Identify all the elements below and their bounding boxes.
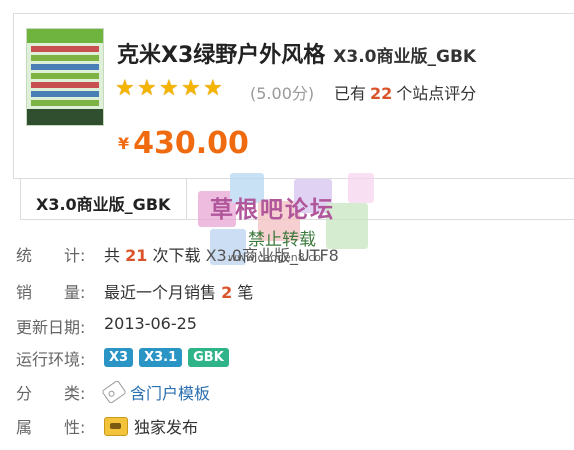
star-icon: ★ [159, 76, 179, 101]
sales-label: 销 量: [16, 283, 86, 302]
env-tag-gbk[interactable]: GBK [188, 348, 229, 367]
watermark-title: 草根吧论坛 [210, 197, 335, 223]
env-label: 运行环境: [16, 350, 86, 369]
category-label: 分 类: [16, 384, 86, 403]
rating-suffix: 个站点评分 [396, 84, 477, 103]
tab-edition-label: X3.0商业版_GBK [36, 195, 171, 214]
rating-score: (5.00分) [250, 84, 315, 103]
sales-suffix: 笔 [237, 283, 254, 302]
tab-edition[interactable]: X3.0商业版_GBK [20, 179, 187, 220]
download-count: 21 [125, 246, 148, 265]
updated-label: 更新日期: [16, 318, 86, 337]
rating-count-text: 已有 22 个站点评分 [334, 80, 476, 104]
star-icon: ★ [203, 76, 223, 101]
star-icon: ★ [115, 76, 135, 101]
product-thumbnail[interactable] [26, 28, 104, 126]
sales-count: 2 [221, 283, 233, 302]
rating-stars: ★ ★ ★ ★ ★ [115, 76, 224, 101]
product-title[interactable]: 克米X3绿野户外风格 X3.0商业版_GBK [117, 37, 476, 69]
attribute-value: 独家发布 [134, 418, 199, 437]
star-icon: ★ [137, 76, 157, 101]
info-row-stats: 统 计: 共 21 次下载 X3.0商业版_UTF8 [16, 242, 339, 266]
info-row-sales: 销 量: 最近一个月销售 2 笔 [16, 279, 253, 303]
info-row-env: 运行环境: X3 X3.1 GBK [16, 346, 229, 370]
stats-suffix: 次下载 [152, 246, 201, 265]
tag-icon [101, 379, 127, 405]
category-link[interactable]: 含门户模板 [130, 384, 210, 403]
product-card: 克米X3绿野户外风格 X3.0商业版_GBK ★ ★ ★ ★ ★ (5.00分) … [13, 13, 574, 179]
info-row-attribute: 属 性: 独家发布 [16, 414, 198, 438]
stats-extra: X3.0商业版_UTF8 [205, 246, 339, 265]
info-row-category: 分 类: 含门户模板 [16, 379, 210, 405]
star-icon: ★ [181, 76, 201, 101]
env-tag-x3[interactable]: X3 [104, 348, 134, 367]
exclusive-icon [104, 417, 128, 436]
sales-prefix: 最近一个月销售 [104, 283, 217, 302]
currency-symbol: ¥ [118, 134, 130, 153]
rating-prefix: 已有 [334, 84, 367, 103]
env-tag-x31[interactable]: X3.1 [139, 348, 183, 367]
rating-count: 22 [370, 84, 393, 103]
price: ¥430.00 [118, 126, 249, 161]
info-row-updated: 更新日期: 2013-06-25 [16, 314, 197, 338]
stats-prefix: 共 [104, 246, 121, 265]
product-title-text: 克米X3绿野户外风格 [117, 43, 326, 68]
product-edition: X3.0商业版_GBK [333, 47, 477, 67]
updated-value: 2013-06-25 [104, 314, 197, 333]
stats-label: 统 计: [16, 246, 86, 265]
attribute-label: 属 性: [16, 418, 86, 437]
price-value: 430.00 [133, 126, 249, 161]
